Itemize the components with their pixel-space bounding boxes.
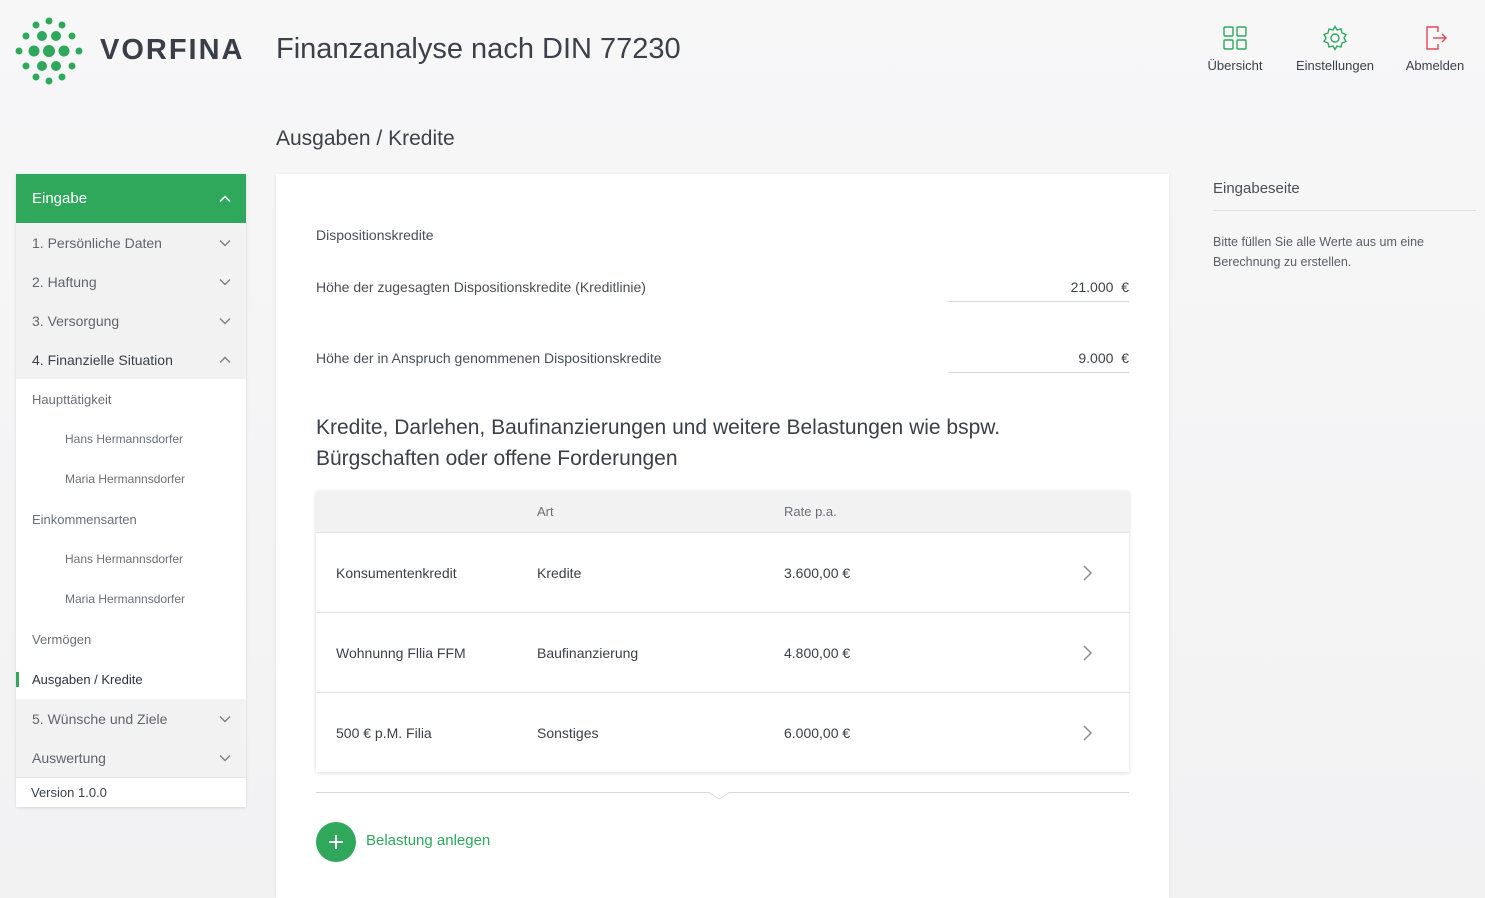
section-label-dispositionskredite: Dispositionskredite xyxy=(316,227,434,243)
sidebar-section-versorgung[interactable]: 3. Versorgung xyxy=(16,301,246,340)
sidebar-section-label: Auswertung xyxy=(32,749,106,766)
brand-name: VORFINA xyxy=(100,34,245,66)
currency-unit: € xyxy=(1121,278,1129,295)
vorfina-logo-icon xyxy=(15,17,83,85)
sidebar-item-vermoegen[interactable]: Vermögen xyxy=(16,619,246,659)
chevron-down-icon xyxy=(219,754,231,761)
cell-name: 500 € p.M. Filia xyxy=(336,724,432,741)
logout-icon xyxy=(1426,26,1447,50)
add-liability-label[interactable]: Belastung anlegen xyxy=(366,832,490,849)
sidebar-section-label: 4. Finanzielle Situation xyxy=(32,351,173,368)
sidebar-item-ausgaben-kredite[interactable]: Ausgaben / Kredite xyxy=(16,659,246,699)
sidebar-item-einkommensarten-hans[interactable]: Hans Hermannsdorfer xyxy=(16,539,246,579)
sidebar-section-persoenliche-daten[interactable]: 1. Persönliche Daten xyxy=(16,223,246,262)
sidebar-section-label: 1. Persönliche Daten xyxy=(32,234,162,251)
genommene-dispo-input[interactable]: 9.000 € xyxy=(948,343,1129,373)
cell-art: Kredite xyxy=(537,564,582,581)
field-label-zugesagte-dispo: Höhe der zugesagten Dispositionskredite … xyxy=(316,279,646,295)
section-heading-kredite: Kredite, Darlehen, Baufinanzierungen und… xyxy=(316,416,1001,470)
cell-name: Konsumentenkredit xyxy=(336,564,457,581)
sidebar-header-label: Eingabe xyxy=(32,190,88,207)
cell-rate: 4.800,00 € xyxy=(784,644,851,661)
cell-art: Baufinanzierung xyxy=(537,644,639,661)
sidebar: Eingabe 1. Persönliche Daten 2. Haftung … xyxy=(16,174,246,807)
nav-overview[interactable]: Übersicht xyxy=(1185,24,1285,73)
nav-logout-label: Abmelden xyxy=(1405,58,1465,73)
chevron-up-icon xyxy=(219,194,231,202)
chevron-up-icon xyxy=(219,356,231,363)
sidebar-item-haupttaetigkeit-hans[interactable]: Hans Hermannsdorfer xyxy=(16,419,246,459)
sidebar-item-haupttaetigkeit[interactable]: Haupttätigkeit xyxy=(16,379,246,419)
page-title: Ausgaben / Kredite xyxy=(276,127,455,150)
plus-icon xyxy=(329,835,343,849)
sidebar-item-einkommensarten[interactable]: Einkommensarten xyxy=(16,499,246,539)
nav-overview-label: Übersicht xyxy=(1207,58,1263,73)
table-row[interactable]: Konsumentenkredit Kredite 3.600,00 € xyxy=(316,532,1129,612)
sidebar-section-finanzielle-situation[interactable]: 4. Finanzielle Situation xyxy=(16,340,246,379)
info-panel-title: Eingabeseite xyxy=(1213,180,1300,197)
chevron-right-icon xyxy=(1083,645,1093,661)
field-value: 21.000 xyxy=(1070,278,1114,295)
cell-rate: 6.000,00 € xyxy=(784,724,851,741)
sidebar-header-eingabe[interactable]: Eingabe xyxy=(16,174,246,223)
nav-logout[interactable]: Abmelden xyxy=(1385,24,1485,73)
grid-icon xyxy=(1223,26,1247,50)
nav-settings-label: Einstellungen xyxy=(1295,58,1375,73)
liabilities-table: Art Rate p.a. Konsumentenkredit Kredite … xyxy=(316,491,1129,772)
top-navigation: Übersicht Einstellungen Abmelden xyxy=(1185,24,1485,73)
field-label-genommene-dispo: Höhe der in Anspruch genommenen Disposit… xyxy=(316,350,662,366)
version-label: Version 1.0.0 xyxy=(16,777,246,807)
table-row[interactable]: Wohnunng Fllia FFM Baufinanzierung 4.800… xyxy=(316,612,1129,692)
chevron-down-icon xyxy=(219,278,231,285)
cell-rate: 3.600,00 € xyxy=(784,564,851,581)
table-header: Art Rate p.a. xyxy=(316,491,1129,532)
sidebar-section-label: 3. Versorgung xyxy=(32,312,120,329)
chevron-right-icon xyxy=(1083,725,1093,741)
cell-art: Sonstiges xyxy=(537,724,599,741)
column-header-art: Art xyxy=(537,504,554,519)
main-card: Dispositionskredite Höhe der zugesagten … xyxy=(276,174,1169,898)
table-row[interactable]: 500 € p.M. Filia Sonstiges 6.000,00 € xyxy=(316,692,1129,772)
sidebar-section-label: 2. Haftung xyxy=(32,273,97,290)
chevron-right-icon xyxy=(1083,565,1093,581)
column-header-rate: Rate p.a. xyxy=(784,504,837,519)
chevron-down-icon xyxy=(219,239,231,246)
app-title: Finanzanalyse nach DIN 77230 xyxy=(276,33,681,65)
divider-notch xyxy=(708,790,730,800)
nav-settings[interactable]: Einstellungen xyxy=(1285,24,1385,73)
chevron-down-icon xyxy=(219,715,231,722)
cell-name: Wohnunng Fllia FFM xyxy=(336,644,466,661)
sidebar-section-haftung[interactable]: 2. Haftung xyxy=(16,262,246,301)
info-panel-divider xyxy=(1213,210,1476,211)
zugesagte-dispo-input[interactable]: 21.000 € xyxy=(948,272,1129,302)
currency-unit: € xyxy=(1121,349,1129,366)
sidebar-section-wuensche-ziele[interactable]: 5. Wünsche und Ziele xyxy=(16,699,246,738)
chevron-down-icon xyxy=(219,317,231,324)
gear-icon xyxy=(1322,25,1348,51)
add-liability-button[interactable] xyxy=(316,822,356,862)
sidebar-section-label: 5. Wünsche und Ziele xyxy=(32,710,168,727)
field-value: 9.000 xyxy=(1078,349,1114,366)
sidebar-item-einkommensarten-maria[interactable]: Maria Hermannsdorfer xyxy=(16,579,246,619)
sidebar-section-auswertung[interactable]: Auswertung xyxy=(16,738,246,777)
sidebar-item-haupttaetigkeit-maria[interactable]: Maria Hermannsdorfer xyxy=(16,459,246,499)
info-panel-text: Bitte füllen Sie alle Werte aus um eine … xyxy=(1213,235,1424,269)
